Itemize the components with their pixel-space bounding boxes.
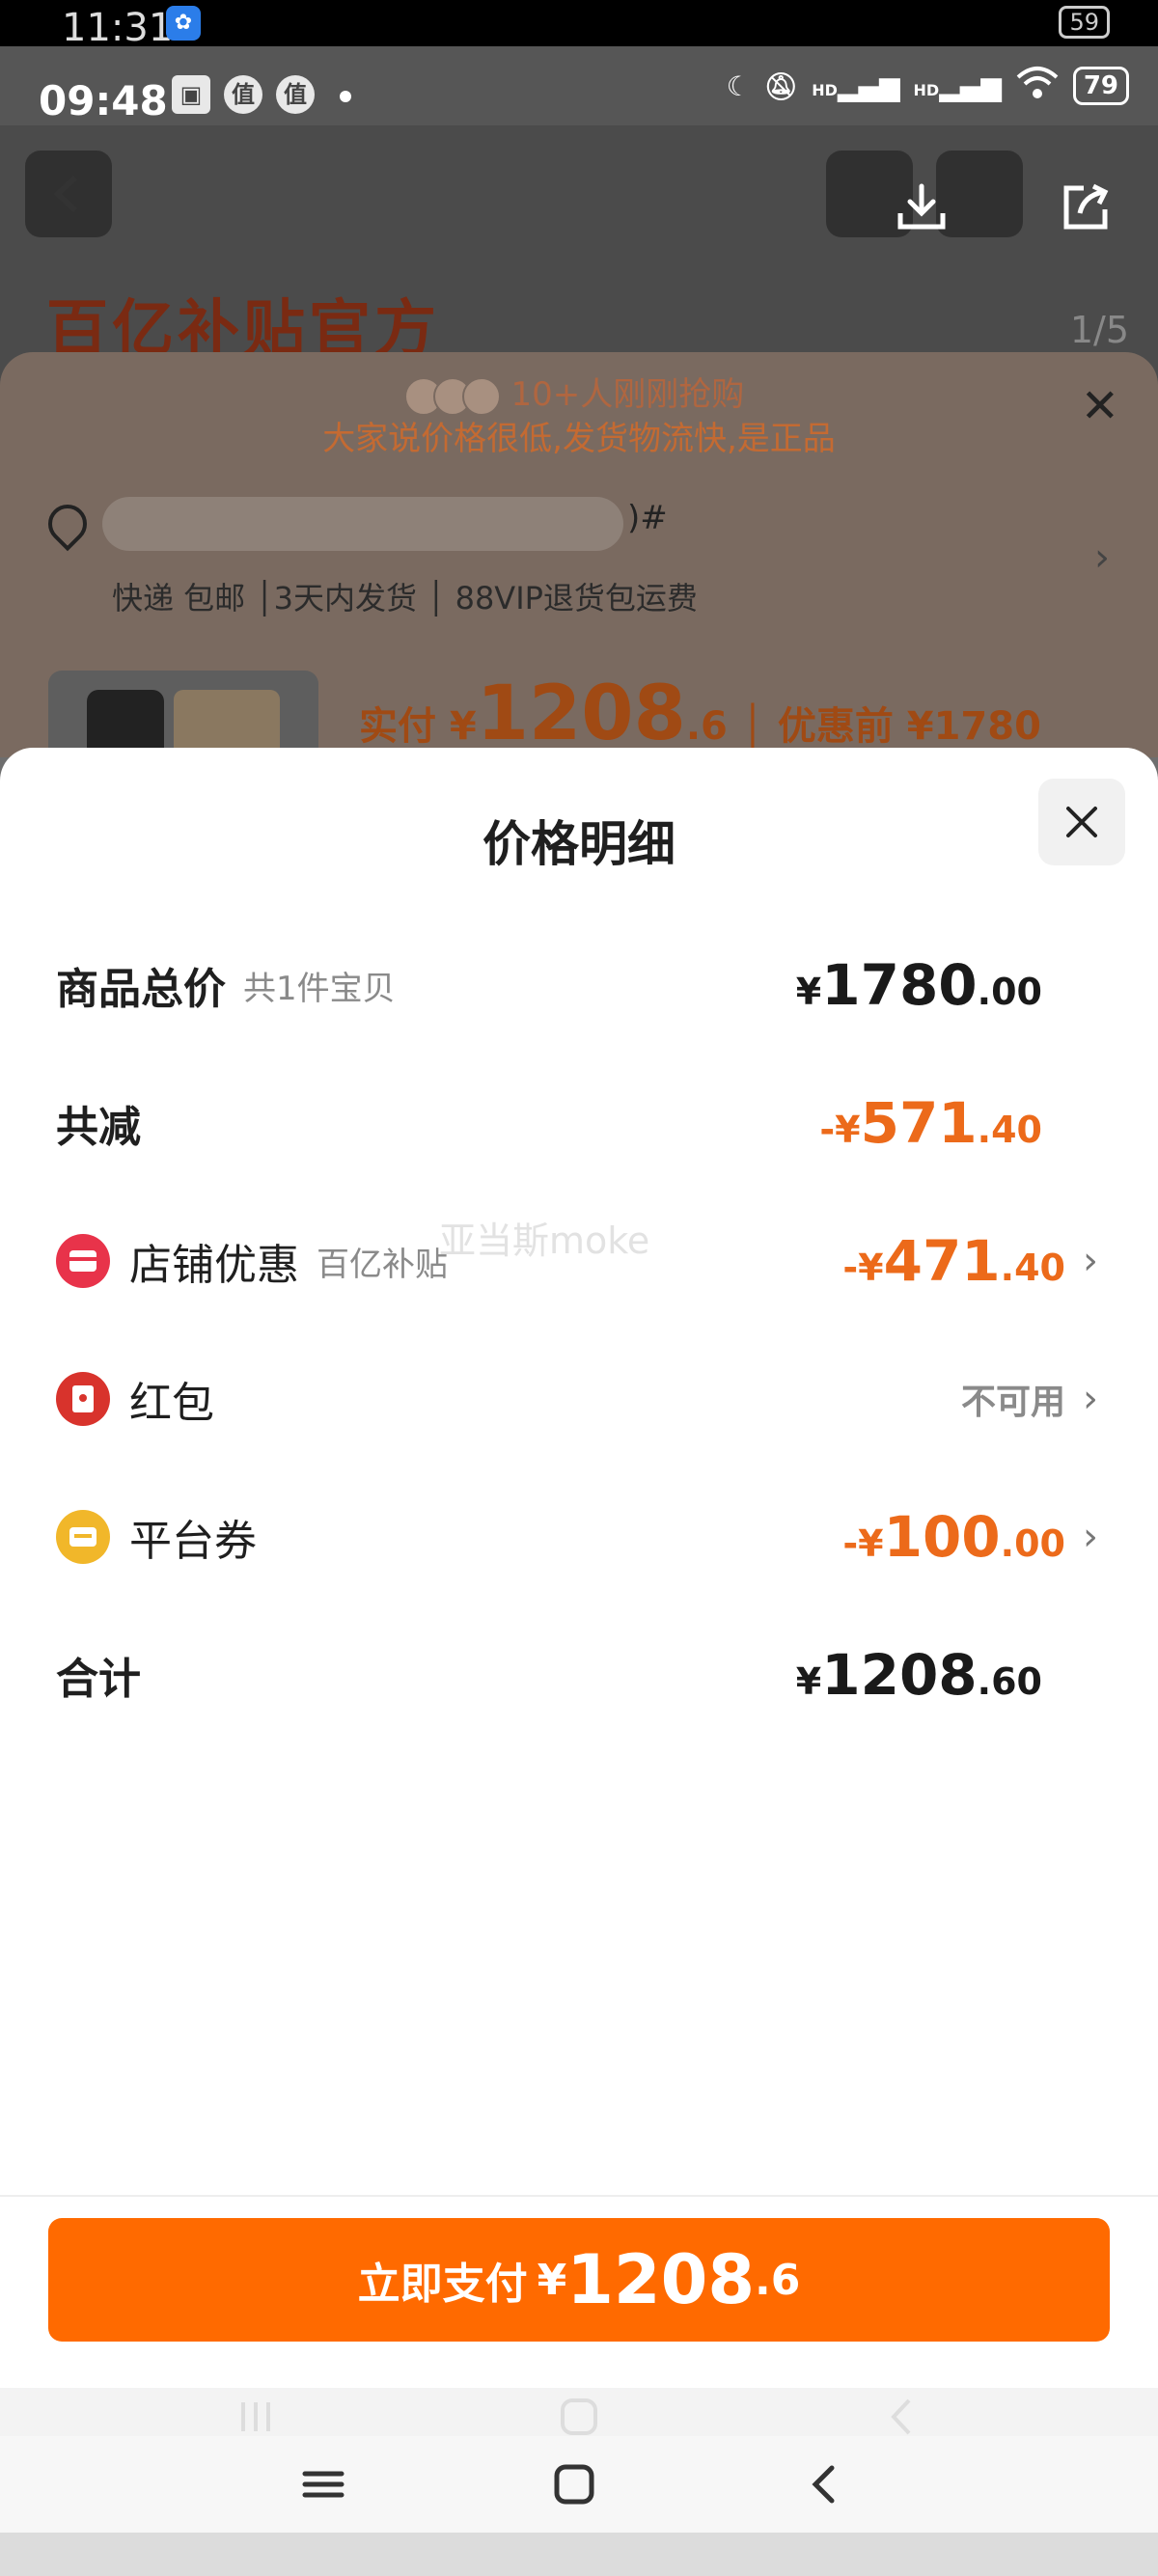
image-counter: 1/5 <box>1069 309 1129 351</box>
row-sublabel: 共1件宝贝 <box>243 969 396 1008</box>
address-blurred <box>102 497 623 551</box>
product-thumbnail <box>48 671 318 757</box>
nav-bar-bottom <box>0 2533 1158 2576</box>
row-sublabel: 百亿补贴 <box>317 1245 448 1284</box>
notification-icon: 值 <box>224 75 262 114</box>
close-icon[interactable]: ✕ <box>1081 379 1119 433</box>
back-button[interactable] <box>25 151 112 237</box>
row-amount: ¥1780.00 <box>795 952 1042 1018</box>
row-label: 共减 <box>56 1103 141 1152</box>
battery-old-indicator: 59 <box>1059 6 1110 39</box>
chevron-right-icon: › <box>1083 1239 1098 1283</box>
back-icon <box>812 2465 835 2504</box>
location-pin-icon <box>40 496 96 552</box>
row-amount: -¥ 471.40 <box>842 1228 1065 1294</box>
chevron-right-icon: › <box>1094 535 1110 580</box>
close-button[interactable] <box>1038 779 1125 865</box>
home-icon <box>554 2464 594 2505</box>
signal-icon: HD▂▄▆ <box>913 69 1002 102</box>
app-badge-icon: ✿ <box>166 6 201 41</box>
shop-coupon-icon <box>56 1234 110 1288</box>
watermark: 亚当斯moke <box>439 1219 650 1262</box>
row-amount: ¥1208.60 <box>795 1642 1042 1708</box>
status-bar-top: 11:31 ✿ 59 <box>0 0 1158 50</box>
status-bar: 09:48 ▣ 值 值 ☾ 🔕︎ HD▂▄▆ HD▂▄▆ 79 <box>0 46 1158 125</box>
home-button[interactable] <box>536 2455 613 2513</box>
row-platform-coupon[interactable]: 平台券 -¥ 100.00 › <box>56 1489 1098 1585</box>
price-detail-sheet: 价格明细 商品总价 共1件宝贝 ¥1780.00 共减 -¥ 571.40 店铺优… <box>0 748 1158 2388</box>
row-amount: -¥ 571.40 <box>819 1090 1042 1156</box>
recent-buyers: 10+人刚刚抢购 <box>0 368 1158 416</box>
row-amount: -¥ 100.00 <box>842 1504 1065 1570</box>
avatar <box>461 376 501 416</box>
close-icon <box>1066 807 1097 837</box>
row-red-packet[interactable]: 红包 不可用 › <box>56 1351 1098 1447</box>
row-value: 不可用 <box>960 1383 1065 1422</box>
row-label: 红包 <box>129 1379 214 1428</box>
row-label: 店铺优惠 <box>129 1241 299 1290</box>
row-total-discount: 共减 -¥ 571.40 <box>56 1075 1098 1171</box>
sheet-title: 价格明细 <box>482 816 676 872</box>
wifi-icon <box>1015 66 1060 107</box>
status-time-old: 11:31 <box>62 6 174 50</box>
pay-now-button[interactable]: 立即支付 ¥1208.6 <box>48 2218 1110 2342</box>
more-notifications-dot <box>340 91 351 102</box>
notification-icon: 值 <box>276 75 315 114</box>
system-indicators: ☾ 🔕︎ HD▂▄▆ HD▂▄▆ 79 <box>727 46 1129 125</box>
platform-coupon-icon <box>56 1510 110 1564</box>
row-label: 平台券 <box>129 1517 257 1566</box>
menu-icon <box>302 2471 345 2498</box>
red-packet-icon <box>56 1372 110 1426</box>
address-tail: )# <box>627 499 668 537</box>
signal-icon: HD▂▄▆ <box>812 69 900 102</box>
chevron-right-icon: › <box>1083 1377 1098 1421</box>
mute-icon: 🔕︎ <box>763 69 799 102</box>
recents-button[interactable] <box>285 2455 362 2513</box>
battery-indicator: 79 <box>1072 67 1129 105</box>
chevron-right-icon: › <box>1083 1515 1098 1559</box>
row-label: 合计 <box>56 1655 141 1704</box>
nav-bar <box>0 2436 1158 2533</box>
row-label: 商品总价 <box>56 965 226 1014</box>
bottom-bar: 立即支付 ¥1208.6 <box>0 2195 1158 2388</box>
moon-icon: ☾ <box>726 69 751 102</box>
row-item-total: 商品总价 共1件宝贝 ¥1780.00 <box>56 937 1098 1033</box>
back-button[interactable] <box>786 2455 864 2513</box>
order-sheet-background: 10+人刚刚抢购 大家说价格很低,发货物流快,是正品 ✕ )# 快递 包邮 │3… <box>0 352 1158 757</box>
download-icon[interactable] <box>878 164 965 251</box>
shipping-tags: 快递 包邮 │3天内发货 │ 88VIP退货包运费 <box>112 580 698 617</box>
row-grand-total: 合计 ¥1208.60 <box>56 1627 1098 1723</box>
review-summary: 大家说价格很低,发货物流快,是正品 <box>322 420 836 458</box>
screenshot-icon: ▣ <box>172 75 210 114</box>
product-price: 实付 ¥1208.6 │ 优惠前 ¥1780 <box>359 671 1041 757</box>
address-row[interactable]: )# 快递 包邮 │3天内发货 │ 88VIP退货包运费 › <box>40 487 1119 642</box>
share-icon[interactable] <box>1042 164 1129 251</box>
status-time: 09:48 <box>39 77 168 124</box>
